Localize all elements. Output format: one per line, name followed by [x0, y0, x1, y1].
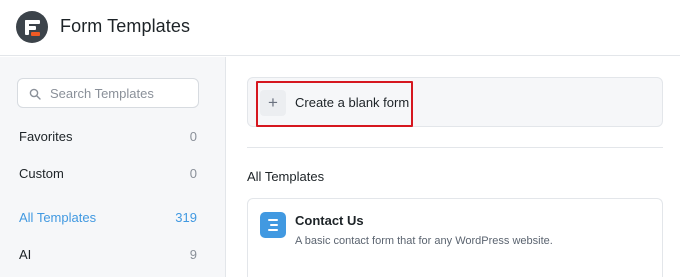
section-title: All Templates: [247, 169, 325, 184]
template-name[interactable]: Contact Us: [295, 213, 364, 228]
sidebar-item-all-templates[interactable]: All Templates 319: [19, 210, 197, 230]
search-input[interactable]: [50, 79, 195, 107]
plus-icon[interactable]: +: [260, 90, 286, 116]
sidebar-item-count: 319: [175, 210, 197, 225]
sidebar-item-ai[interactable]: AI 9: [19, 247, 197, 267]
sidebar-item-custom[interactable]: Custom 0: [19, 166, 197, 186]
sidebar-item-label: All Templates: [19, 210, 97, 225]
sidebar-item-label: Favorites: [19, 129, 73, 144]
sidebar-item-label: Custom: [19, 166, 64, 181]
create-blank-form-button[interactable]: Create a blank form: [295, 95, 409, 110]
sidebar-item-count: 0: [189, 166, 197, 181]
main-content: + Create a blank form All Templates Cont…: [227, 57, 680, 277]
divider: [247, 147, 663, 148]
template-description: A basic contact form that for any WordPr…: [295, 235, 553, 247]
app-header: Form Templates: [0, 0, 680, 56]
page-title: Form Templates: [60, 16, 191, 36]
form-lines-icon: [260, 212, 286, 238]
sidebar: Favorites 0 Custom 0 All Templates 319 A…: [0, 57, 226, 277]
sidebar-item-count: 0: [189, 129, 197, 144]
sidebar-item-count: 9: [189, 247, 197, 262]
search-box[interactable]: [17, 78, 199, 108]
search-icon: [29, 88, 41, 100]
formidable-logo-icon: [16, 11, 48, 43]
sidebar-item-label: AI: [19, 247, 32, 262]
sidebar-item-favorites[interactable]: Favorites 0: [19, 129, 197, 149]
